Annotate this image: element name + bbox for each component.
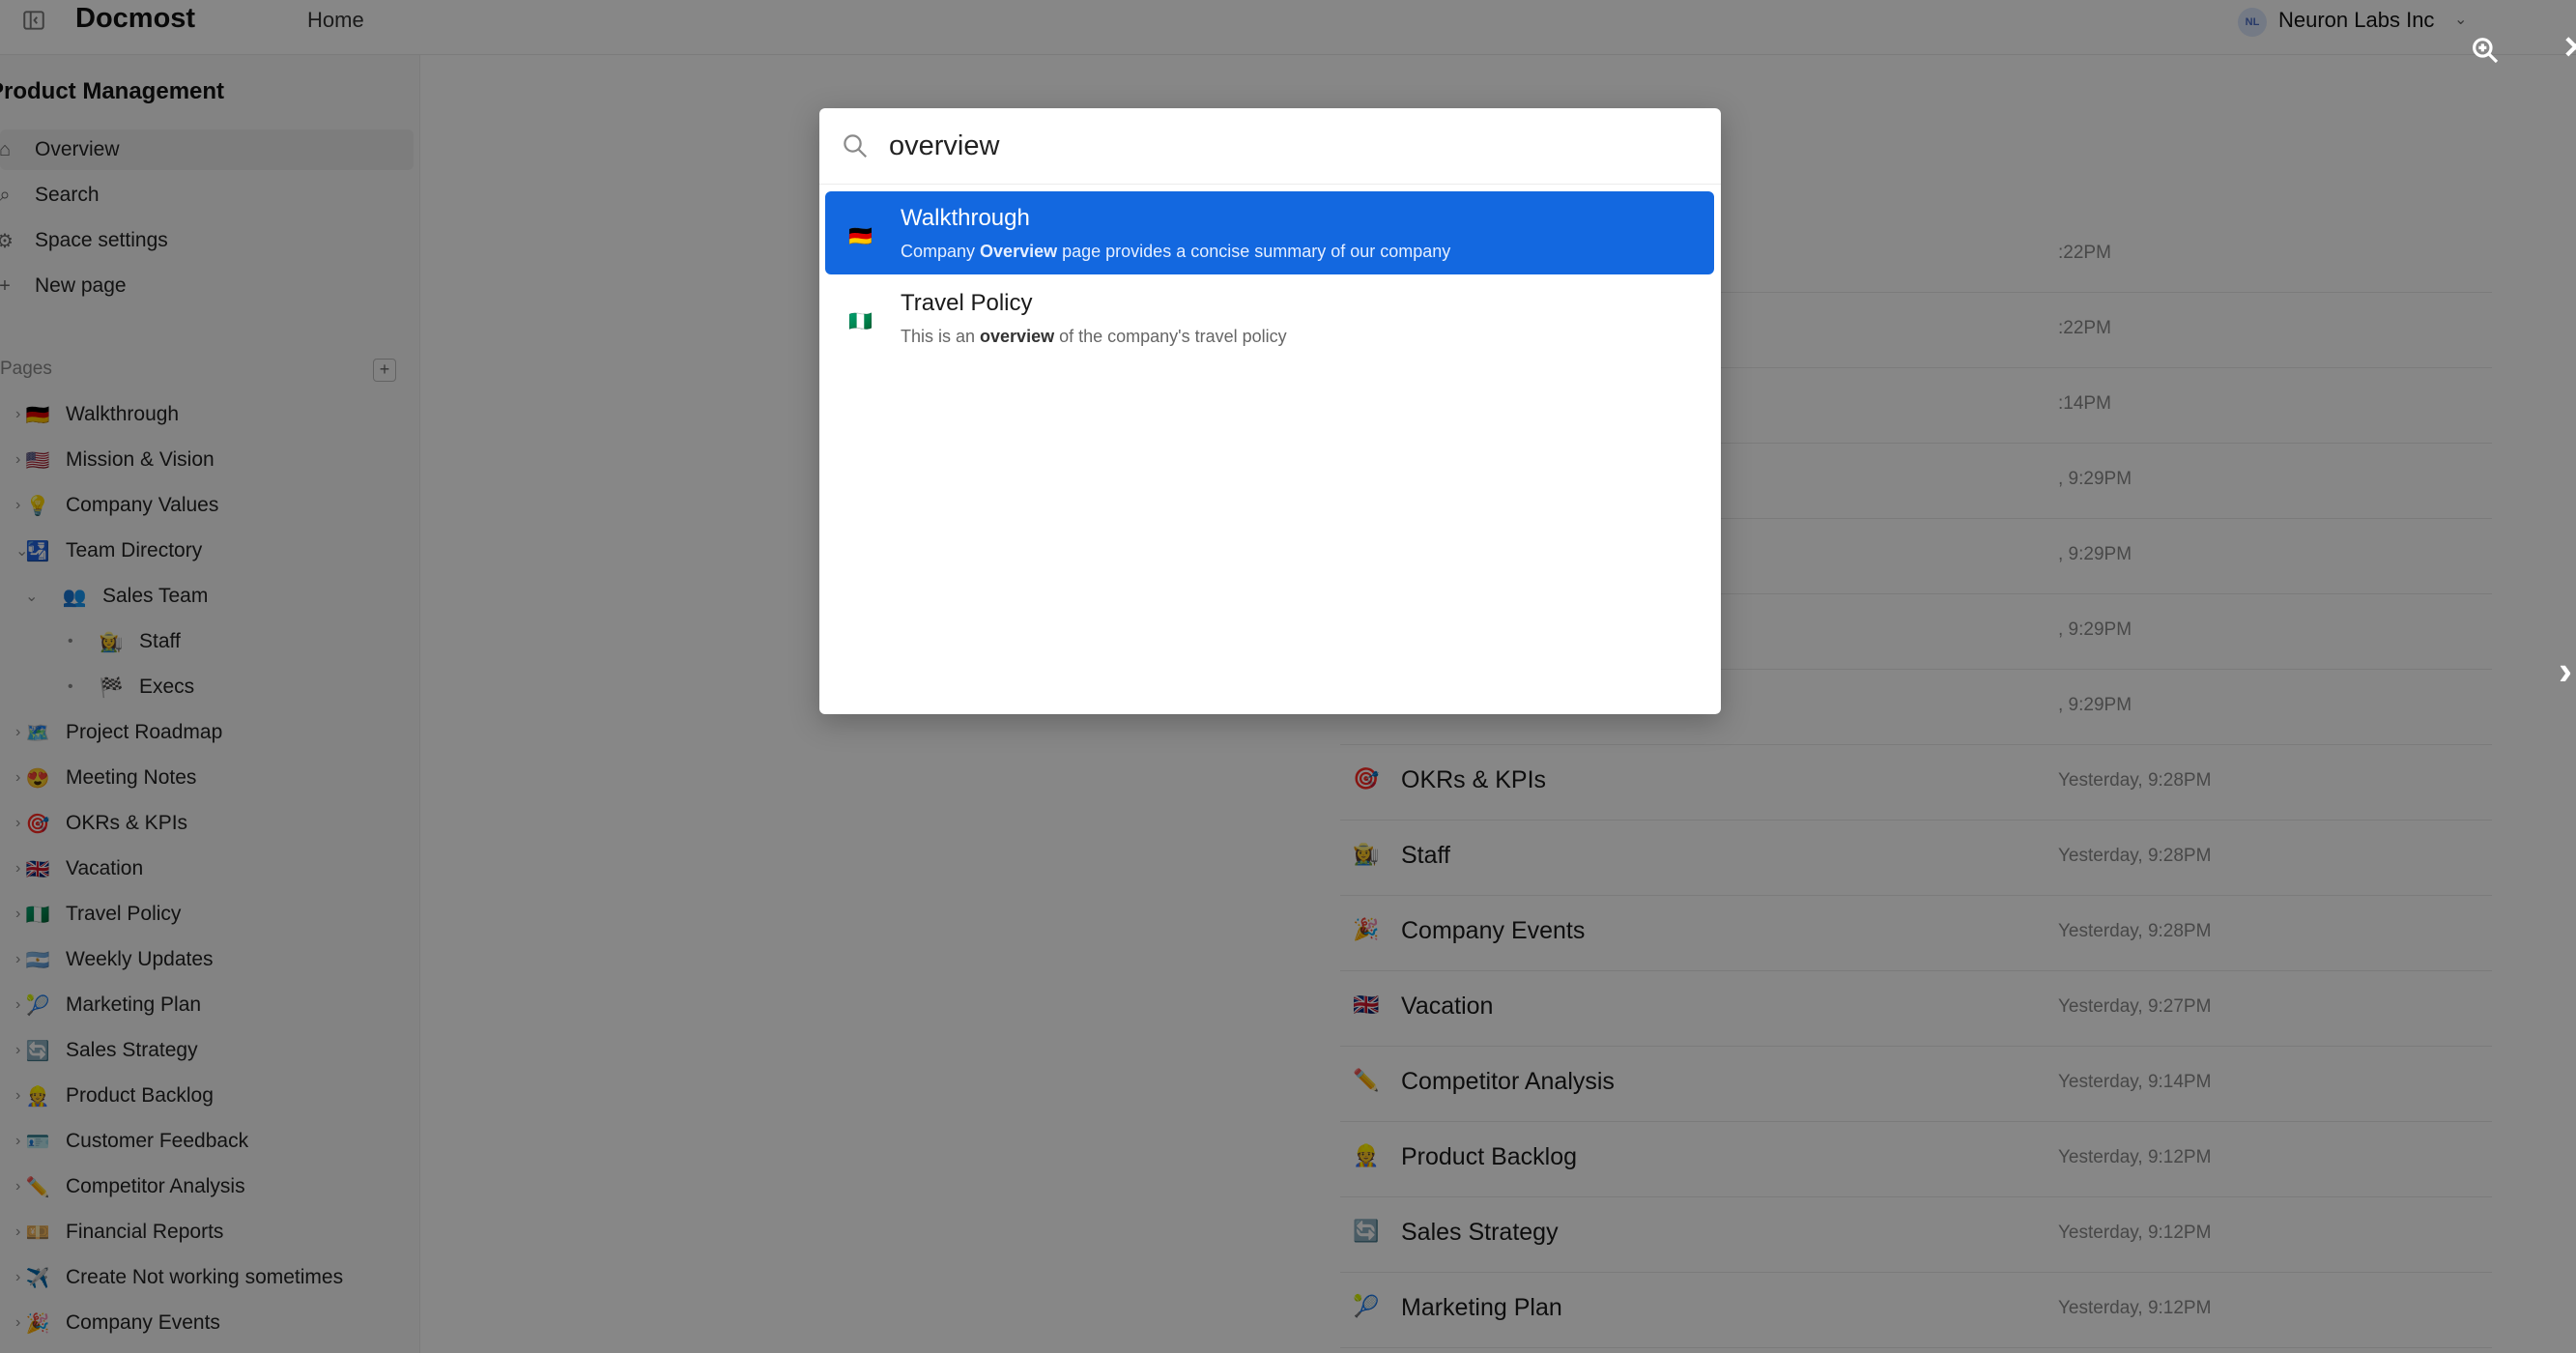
snippet-text: page provides a concise summary of our c…	[1057, 242, 1451, 261]
page-emoji: 🇩🇪	[848, 226, 873, 247]
result-snippet: Company Overview page provides a concise…	[901, 242, 1450, 262]
close-icon[interactable]: ✕	[2562, 29, 2576, 66]
search-result[interactable]: 🇩🇪 Walkthrough Company Overview page pro…	[825, 191, 1714, 274]
snippet-match: Overview	[980, 242, 1058, 261]
snippet-text: of the company's travel policy	[1054, 327, 1287, 346]
search-result[interactable]: 🇳🇬 Travel Policy This is an overview of …	[825, 276, 1714, 360]
search-input[interactable]	[889, 126, 1681, 166]
result-snippet: This is an overview of the company's tra…	[901, 327, 1287, 347]
search-icon	[841, 131, 870, 160]
chevron-right-icon[interactable]: ›	[2559, 648, 2572, 694]
page-emoji: 🇳🇬	[848, 311, 873, 332]
app-root: Docmost Home NL Neuron Labs Inc ⌄ Produc…	[0, 0, 2576, 1353]
snippet-text: Company	[901, 242, 981, 261]
search-modal: 🇩🇪 Walkthrough Company Overview page pro…	[819, 108, 1721, 714]
divider	[819, 184, 1721, 185]
zoom-in-icon[interactable]	[2470, 35, 2501, 66]
snippet-text: This is an	[901, 327, 981, 346]
snippet-match: overview	[980, 327, 1055, 346]
result-title: Travel Policy	[901, 290, 1033, 316]
result-title: Walkthrough	[901, 205, 1030, 231]
